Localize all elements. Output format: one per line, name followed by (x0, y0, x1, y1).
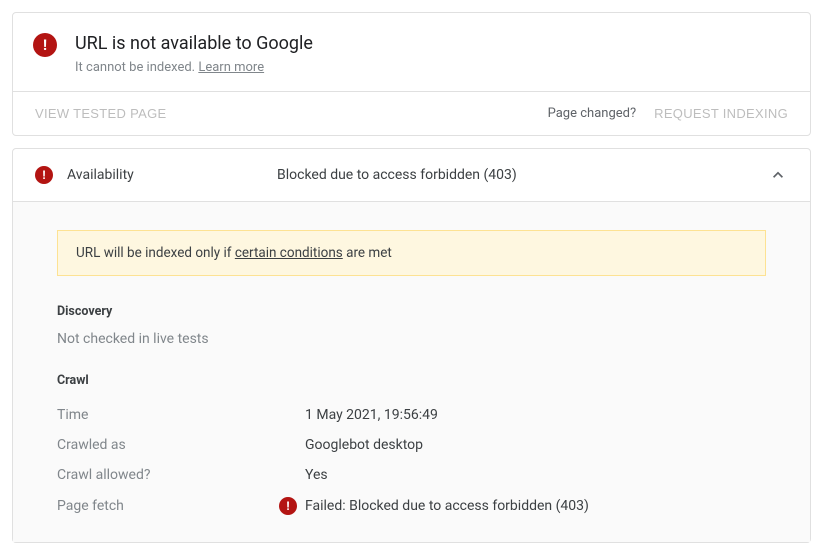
crawl-value: Yes (305, 467, 328, 483)
chevron-up-icon (768, 165, 788, 185)
crawl-table: Time 1 May 2021, 19:56:49 Crawled as Google… (57, 400, 766, 522)
status-header: ! URL is not available to Google It cann… (13, 13, 810, 91)
availability-label: Availability (67, 167, 277, 183)
error-icon: ! (35, 166, 53, 184)
crawl-heading: Crawl (57, 373, 766, 388)
availability-header[interactable]: ! Availability Blocked due to access for… (13, 149, 810, 201)
crawl-value: 1 May 2021, 19:56:49 (305, 407, 438, 423)
crawl-icon-slot: ! (279, 497, 305, 515)
status-card: ! URL is not available to Google It cann… (12, 12, 811, 136)
crawl-value: Googlebot desktop (305, 437, 423, 453)
availability-body: URL will be indexed only if certain cond… (13, 201, 810, 542)
conditions-link[interactable]: certain conditions (235, 245, 343, 261)
crawl-row: Page fetch! Failed: Blocked due to access… (57, 490, 766, 522)
page-changed-label: Page changed? (548, 106, 637, 121)
availability-section: ! Availability Blocked due to access for… (12, 148, 811, 543)
crawl-row: Time 1 May 2021, 19:56:49 (57, 400, 766, 430)
learn-more-link[interactable]: Learn more (198, 60, 264, 75)
crawl-key: Time (57, 407, 279, 423)
error-icon: ! (279, 497, 297, 515)
actions-row: VIEW TESTED PAGE Page changed? REQUEST I… (13, 91, 810, 135)
discovery-heading: Discovery (57, 304, 766, 319)
crawl-row: Crawl allowed? Yes (57, 460, 766, 490)
status-text: URL is not available to Google It cannot… (75, 33, 313, 75)
view-tested-page-button[interactable]: VIEW TESTED PAGE (35, 106, 166, 121)
banner-prefix: URL will be indexed only if (76, 245, 235, 261)
banner-suffix: are met (343, 245, 392, 261)
error-icon: ! (33, 33, 57, 57)
request-indexing-button[interactable]: REQUEST INDEXING (654, 106, 788, 121)
crawl-row: Crawled as Googlebot desktop (57, 430, 766, 460)
status-title: URL is not available to Google (75, 33, 313, 54)
crawl-key: Crawled as (57, 437, 279, 453)
conditions-banner: URL will be indexed only if certain cond… (57, 230, 766, 276)
status-subtitle: It cannot be indexed. Learn more (75, 60, 313, 75)
subtitle-text: It cannot be indexed. (75, 60, 198, 75)
discovery-text: Not checked in live tests (57, 331, 766, 347)
availability-value: Blocked due to access forbidden (403) (277, 167, 768, 183)
crawl-key: Page fetch (57, 498, 279, 514)
crawl-value: Failed: Blocked due to access forbidden … (305, 498, 589, 514)
crawl-key: Crawl allowed? (57, 467, 279, 483)
